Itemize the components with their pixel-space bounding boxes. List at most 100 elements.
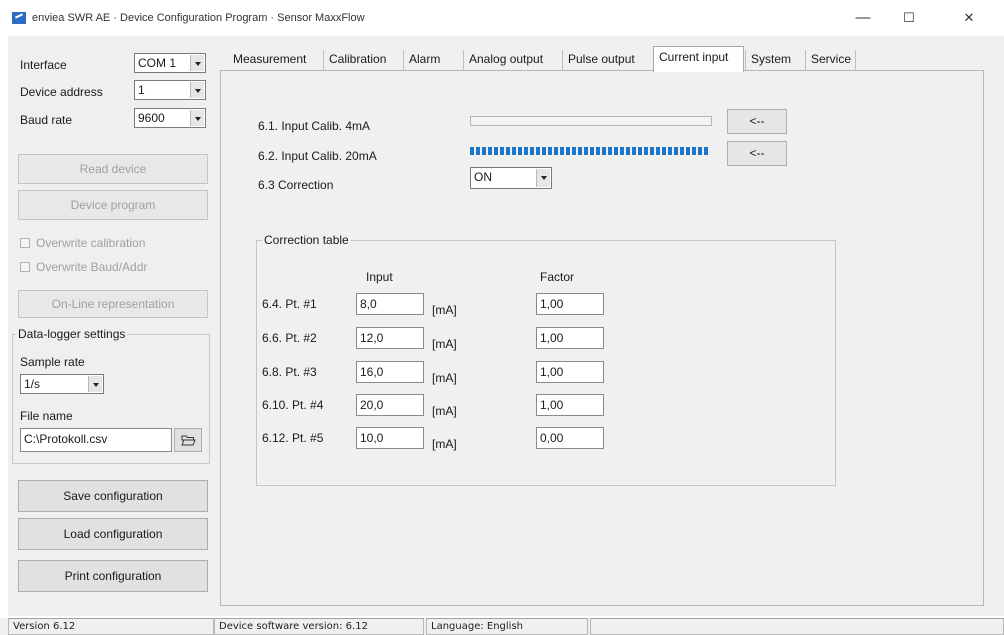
device-program-button[interactable]: Device program [18,190,208,220]
progress-segment [512,147,516,155]
progress-segment [632,147,636,155]
device-address-select[interactable]: 1 [134,80,206,100]
row-label: 6.10. Pt. #4 [262,398,324,412]
read-device-button[interactable]: Read device [18,154,208,184]
input-header: Input [366,270,393,284]
correction-label: 6.3 Correction [258,178,334,192]
sample-rate-label: Sample rate [20,355,85,369]
correction-value: ON [474,170,492,184]
correction-table-title: Correction table [262,233,351,247]
progress-segment [536,147,540,155]
file-name-input[interactable]: C:\Protokoll.csv [20,428,172,452]
overwrite-baud-label: Overwrite Baud/Addr [36,260,148,274]
interface-select[interactable]: COM 1 [134,53,206,73]
title-bar: enviea SWR AE · Device Configuration Pro… [0,0,1004,36]
progress-segment [488,147,492,155]
tab-measurement[interactable]: Measurement [228,50,306,70]
progress-segment [656,147,660,155]
status-version: Version 6.12 [8,618,214,635]
input-field[interactable]: 12,0 [356,327,424,349]
progress-segment [578,147,582,155]
progress-segment [602,147,606,155]
unit-label: [mA] [432,437,457,451]
load-configuration-button[interactable]: Load configuration [18,518,208,550]
progress-segment [590,147,594,155]
chevron-down-icon [190,82,204,98]
progress-segment [554,147,558,155]
progress-segment [608,147,612,155]
unit-label: [mA] [432,404,457,418]
calib-4ma-label: 6.1. Input Calib. 4mA [258,119,371,133]
unit-label: [mA] [432,303,457,317]
tab-service[interactable]: Service [805,50,857,70]
progress-segment [560,147,564,155]
status-device-software: Device software version: 6.12 [214,618,424,635]
input-field[interactable]: 8,0 [356,293,424,315]
datalogger-title: Data-logger settings [16,327,128,341]
factor-field[interactable]: 1,00 [536,327,604,349]
window-title: enviea SWR AE · Device Configuration Pro… [32,12,365,24]
status-language: Language: English [426,618,588,635]
tab-alarm[interactable]: Alarm [403,50,440,70]
print-configuration-button[interactable]: Print configuration [18,560,208,592]
calib-4ma-progress [470,116,712,126]
input-field[interactable]: 10,0 [356,427,424,449]
progress-segment [644,147,648,155]
sample-rate-value: 1/s [24,377,41,391]
progress-segment [698,147,702,155]
factor-field[interactable]: 0,00 [536,427,604,449]
row-label: 6.8. Pt. #3 [262,365,317,379]
status-empty-panel [590,618,1004,635]
progress-segment [500,147,504,155]
tab-current-input[interactable]: Current input [653,46,744,72]
baud-rate-value: 9600 [138,111,165,125]
overwrite-baud-checkbox[interactable] [20,262,30,272]
interface-value: COM 1 [138,56,177,70]
factor-field[interactable]: 1,00 [536,293,604,315]
progress-segment [530,147,534,155]
progress-segment [548,147,552,155]
device-address-label: Device address [20,85,103,99]
unit-label: [mA] [432,337,457,351]
progress-segment [680,147,684,155]
row-label: 6.4. Pt. #1 [262,297,317,311]
tab-calibration[interactable]: Calibration [323,50,386,70]
factor-field[interactable]: 1,00 [536,394,604,416]
progress-segment [584,147,588,155]
progress-segment [572,147,576,155]
chevron-down-icon [536,169,550,187]
device-address-value: 1 [138,83,145,97]
chevron-down-icon [88,376,102,392]
input-field[interactable]: 16,0 [356,361,424,383]
overwrite-calibration-checkbox[interactable] [20,238,30,248]
input-field[interactable]: 20,0 [356,394,424,416]
calib-4ma-button[interactable]: <-- [727,109,787,134]
correction-select[interactable]: ON [470,167,552,189]
tab-system[interactable]: System [745,50,791,70]
baud-rate-label: Baud rate [20,113,73,127]
overwrite-calibration-label: Overwrite calibration [36,236,146,250]
close-button[interactable]: ✕ [946,6,992,30]
maximize-button[interactable]: ☐ [886,6,932,30]
factor-field[interactable]: 1,00 [536,361,604,383]
progress-segment [524,147,528,155]
factor-header: Factor [540,270,575,284]
minimize-button[interactable]: — [840,6,886,30]
tab-pulse-output[interactable]: Pulse output [562,50,635,70]
tab-analog-output[interactable]: Analog output [463,50,543,70]
progress-segment [692,147,696,155]
calib-20ma-progress [470,145,712,157]
progress-segment [494,147,498,155]
progress-segment [650,147,654,155]
calib-20ma-button[interactable]: <-- [727,141,787,166]
save-configuration-button[interactable]: Save configuration [18,480,208,512]
sample-rate-select[interactable]: 1/s [20,374,104,394]
progress-segment [542,147,546,155]
browse-folder-button[interactable] [174,428,202,452]
online-representation-button[interactable]: On-Line representation [18,290,208,318]
baud-rate-select[interactable]: 9600 [134,108,206,128]
progress-segment [674,147,678,155]
progress-segment [506,147,510,155]
progress-segment [686,147,690,155]
calib-20ma-label: 6.2. Input Calib. 20mA [258,149,377,163]
